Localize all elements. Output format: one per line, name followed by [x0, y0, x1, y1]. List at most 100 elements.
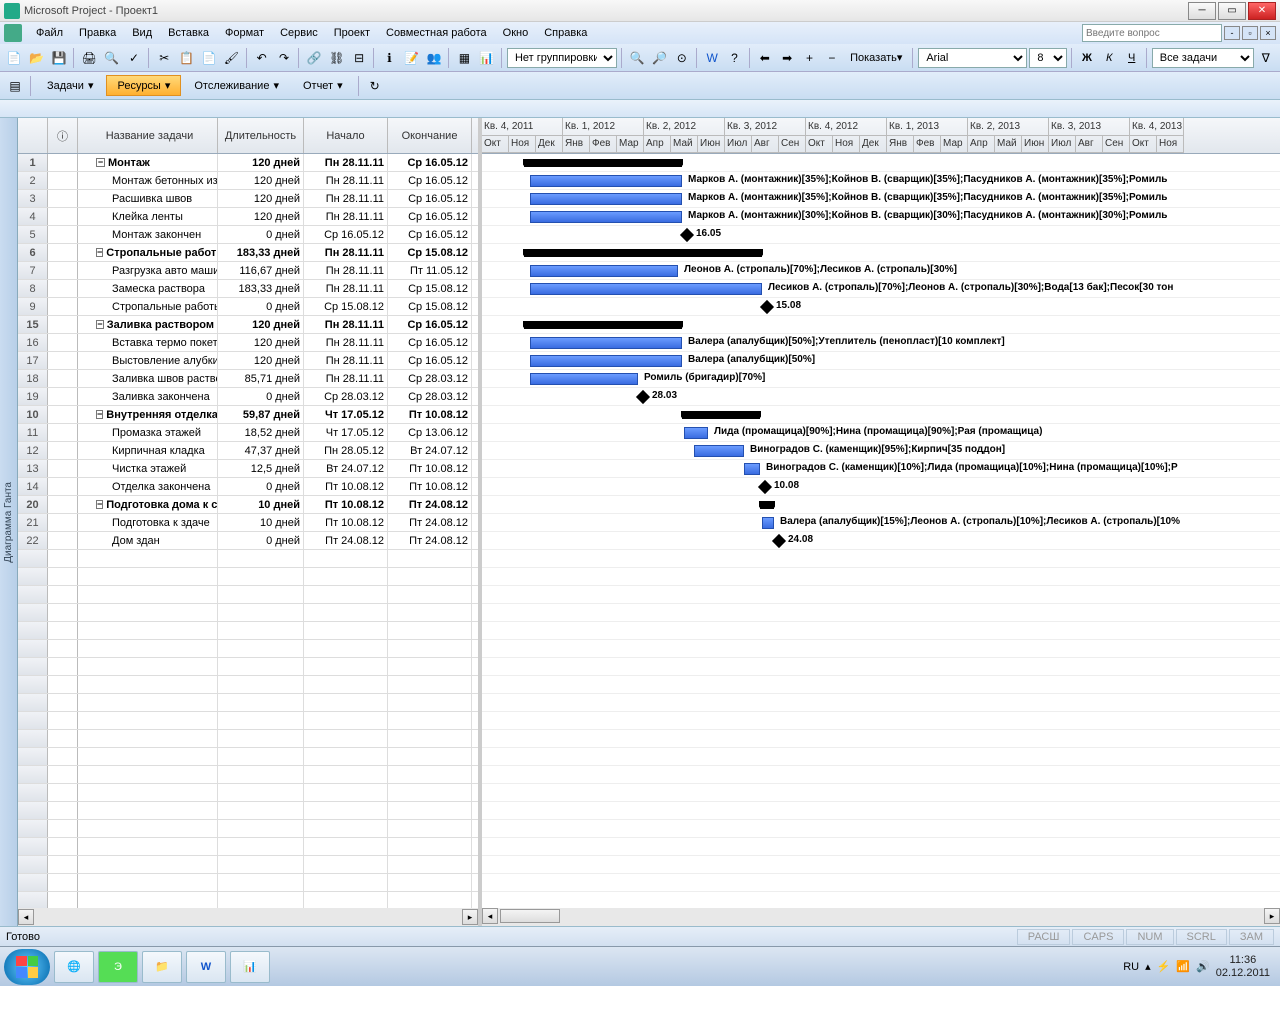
row-number[interactable]: 17 — [18, 352, 48, 369]
expand-icon[interactable]: − — [96, 248, 103, 257]
task-start[interactable] — [304, 820, 388, 837]
row-number[interactable]: 12 — [18, 442, 48, 459]
task-name[interactable]: Выстовление алубки — [78, 352, 218, 369]
task-row[interactable]: 7Разгрузка авто машин116,67 днейПн 28.11… — [18, 262, 478, 280]
task-row[interactable]: 8Замеска раствора183,33 днейПн 28.11.11С… — [18, 280, 478, 298]
chart-icon[interactable]: 📊 — [477, 47, 497, 69]
summary-bar[interactable] — [524, 159, 682, 167]
new-icon[interactable]: 📄 — [4, 47, 24, 69]
row-number[interactable]: 2 — [18, 172, 48, 189]
font-size-dropdown[interactable]: 8 — [1029, 48, 1066, 68]
taskbar-app1-icon[interactable]: Э — [98, 951, 138, 983]
row-info[interactable] — [48, 820, 78, 837]
month-header[interactable]: Май — [995, 136, 1022, 154]
task-end[interactable]: Пт 24.08.12 — [388, 514, 472, 531]
task-row[interactable]: 5Монтаж закончен0 днейСр 16.05.12Ср 16.0… — [18, 226, 478, 244]
preview-icon[interactable]: 🔍 — [101, 47, 121, 69]
row-number[interactable] — [18, 694, 48, 711]
task-bar[interactable] — [530, 373, 638, 385]
tray-clock[interactable]: 11:36 02.12.2011 — [1216, 954, 1270, 978]
task-start[interactable] — [304, 748, 388, 765]
task-start[interactable]: Ср 28.03.12 — [304, 388, 388, 405]
task-row[interactable]: 18Заливка швов раство85,71 днейПн 28.11.… — [18, 370, 478, 388]
task-end[interactable]: Ср 16.05.12 — [388, 172, 472, 189]
task-name[interactable]: Стропальные работы — [78, 298, 218, 315]
task-row[interactable] — [18, 712, 478, 730]
row-number[interactable] — [18, 892, 48, 908]
task-duration[interactable]: 120 дней — [218, 316, 304, 333]
row-number[interactable]: 8 — [18, 280, 48, 297]
task-start[interactable] — [304, 766, 388, 783]
split-icon[interactable]: ⊟ — [349, 47, 369, 69]
goto-task-icon[interactable]: ⊙ — [672, 47, 692, 69]
task-bar[interactable] — [530, 193, 682, 205]
task-name[interactable]: −Монтаж — [78, 154, 218, 171]
plus-icon[interactable]: + — [799, 47, 819, 69]
row-info[interactable] — [48, 730, 78, 747]
task-bar[interactable] — [694, 445, 744, 457]
task-name[interactable] — [78, 730, 218, 747]
tasks-button[interactable]: Задачи ▾ — [36, 75, 104, 96]
task-name[interactable]: Замеска раствора — [78, 280, 218, 297]
row-number[interactable]: 15 — [18, 316, 48, 333]
task-name[interactable]: Вставка термо покет — [78, 334, 218, 351]
copy-icon[interactable]: 📋 — [176, 47, 196, 69]
task-duration[interactable]: 18,52 дней — [218, 424, 304, 441]
task-end[interactable]: Пт 24.08.12 — [388, 532, 472, 549]
outdent-icon[interactable]: ⬅ — [755, 47, 775, 69]
task-start[interactable]: Ср 15.08.12 — [304, 298, 388, 315]
row-number[interactable] — [18, 748, 48, 765]
task-row[interactable] — [18, 730, 478, 748]
task-end[interactable] — [388, 712, 472, 729]
task-duration[interactable] — [218, 604, 304, 621]
cut-icon[interactable]: ✂ — [154, 47, 174, 69]
task-start[interactable]: Пт 10.08.12 — [304, 496, 388, 513]
menu-view[interactable]: Вид — [124, 25, 160, 41]
paste-icon[interactable]: 📄 — [199, 47, 219, 69]
autofilter-icon[interactable]: ∇ — [1256, 47, 1276, 69]
task-row[interactable]: 17Выстовление алубки120 днейПн 28.11.11С… — [18, 352, 478, 370]
task-duration[interactable]: 0 дней — [218, 298, 304, 315]
row-number[interactable]: 20 — [18, 496, 48, 513]
tracking-button[interactable]: Отслеживание ▾ — [183, 75, 290, 96]
row-info[interactable] — [48, 442, 78, 459]
task-duration[interactable] — [218, 550, 304, 567]
task-duration[interactable]: 120 дней — [218, 172, 304, 189]
task-row[interactable]: 19Заливка закончена0 днейСр 28.03.12Ср 2… — [18, 388, 478, 406]
task-duration[interactable]: 183,33 дней — [218, 280, 304, 297]
task-name[interactable] — [78, 874, 218, 891]
task-start[interactable] — [304, 658, 388, 675]
row-info[interactable] — [48, 568, 78, 585]
task-end[interactable] — [388, 730, 472, 747]
row-number[interactable]: 10 — [18, 406, 48, 423]
task-end[interactable]: Ср 28.03.12 — [388, 388, 472, 405]
col-name[interactable]: Название задачи — [78, 118, 218, 153]
format-painter-icon[interactable]: 🖌 — [221, 47, 241, 69]
task-name[interactable]: Чистка этажей — [78, 460, 218, 477]
tray-volume-icon[interactable]: 🔊 — [1196, 960, 1210, 973]
task-row[interactable]: 22Дом здан0 днейПт 24.08.12Пт 24.08.12 — [18, 532, 478, 550]
unlink-icon[interactable]: ⛓ — [327, 47, 347, 69]
expand-icon[interactable]: − — [96, 320, 104, 329]
row-info[interactable] — [48, 460, 78, 477]
month-header[interactable]: Окт — [806, 136, 833, 154]
word-icon[interactable]: W — [702, 47, 722, 69]
task-duration[interactable]: 0 дней — [218, 226, 304, 243]
task-start[interactable] — [304, 694, 388, 711]
task-name[interactable]: Расшивка швов — [78, 190, 218, 207]
row-info[interactable] — [48, 244, 78, 261]
row-info[interactable] — [48, 352, 78, 369]
task-row[interactable] — [18, 586, 478, 604]
task-end[interactable] — [388, 676, 472, 693]
task-name[interactable]: −Внутренняя отделка — [78, 406, 218, 423]
month-header[interactable]: Мар — [617, 136, 644, 154]
expand-icon[interactable]: − — [96, 410, 103, 419]
close-button[interactable]: ✕ — [1248, 2, 1276, 20]
task-row[interactable]: 10−Внутренняя отделка59,87 днейЧт 17.05.… — [18, 406, 478, 424]
task-start[interactable]: Пт 10.08.12 — [304, 478, 388, 495]
help-icon[interactable]: ? — [724, 47, 744, 69]
task-row[interactable]: 1−Монтаж120 днейПн 28.11.11Ср 16.05.12 — [18, 154, 478, 172]
task-row[interactable] — [18, 568, 478, 586]
row-number[interactable]: 13 — [18, 460, 48, 477]
task-start[interactable] — [304, 874, 388, 891]
